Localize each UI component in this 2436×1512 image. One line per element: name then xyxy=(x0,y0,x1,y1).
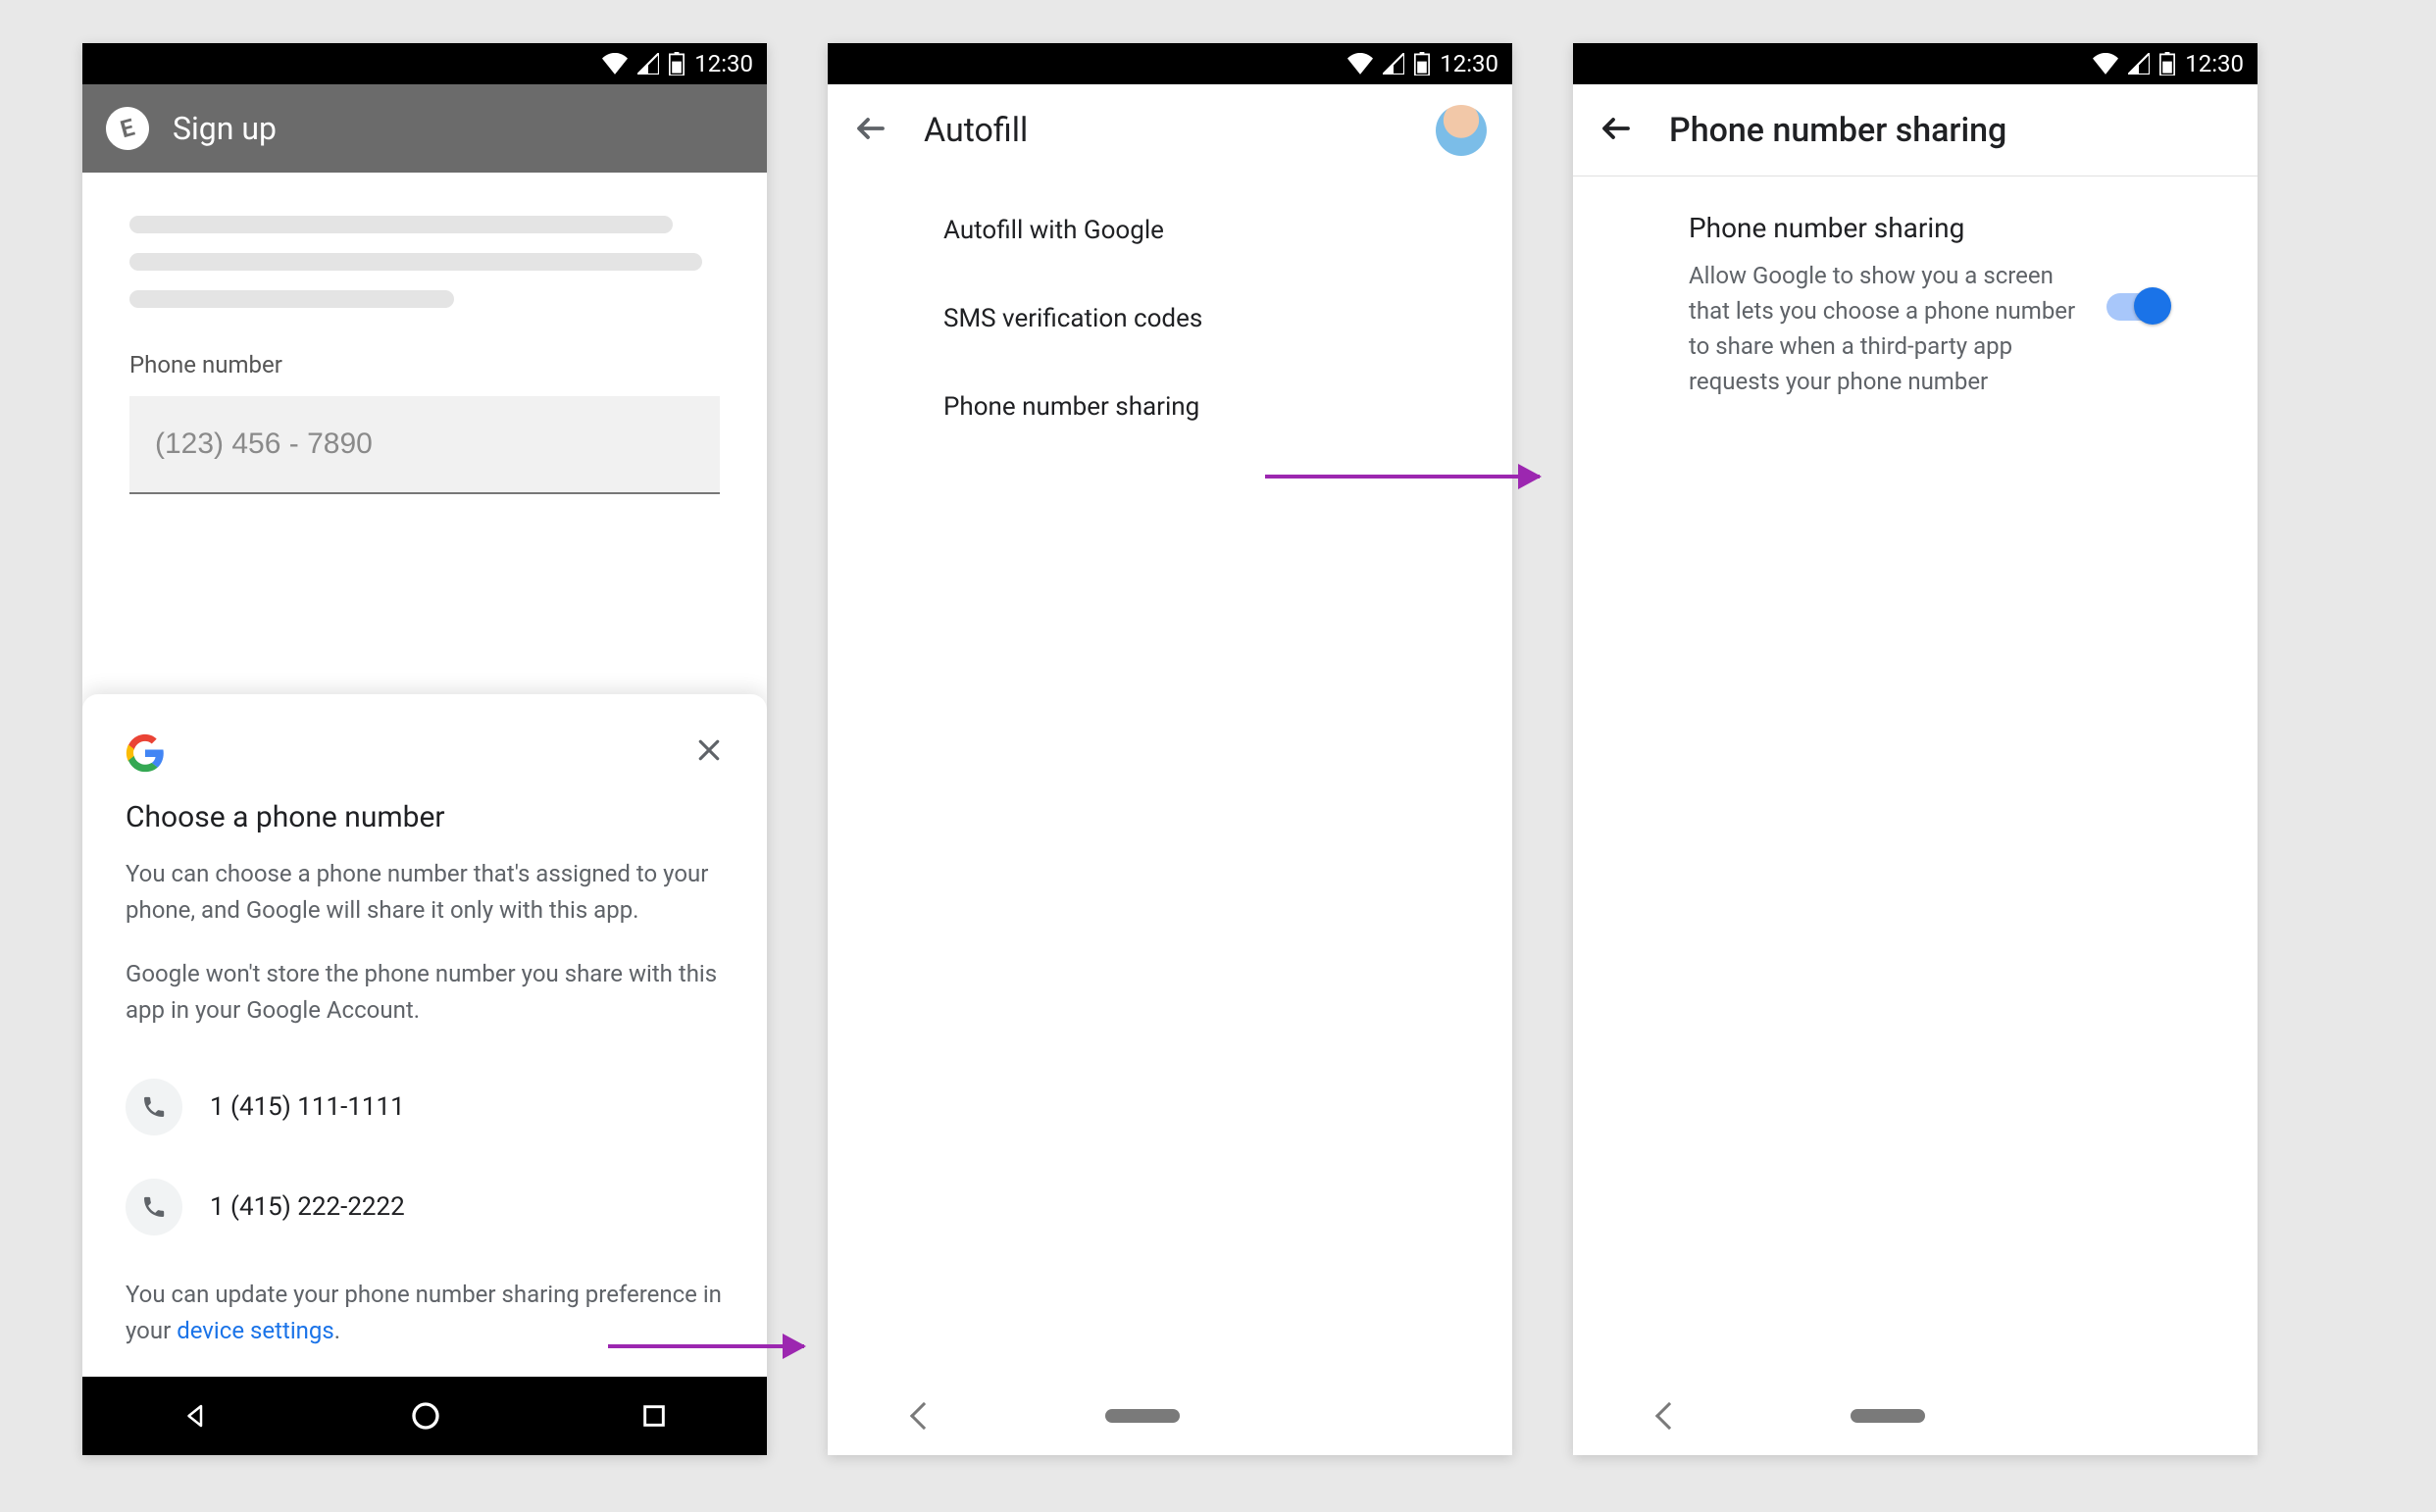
battery-icon xyxy=(2159,52,2175,76)
phone-number-option[interactable]: 1 (415) 111-1111 xyxy=(126,1057,724,1157)
back-button[interactable] xyxy=(1599,111,1634,150)
google-logo-icon xyxy=(126,733,165,773)
setting-body: Phone number sharing Allow Google to sho… xyxy=(1573,176,2258,399)
cell-signal-icon xyxy=(637,53,659,75)
android-nav-bar xyxy=(1573,1377,2258,1455)
placeholder-line xyxy=(129,290,454,308)
phone-icon xyxy=(126,1179,182,1235)
wifi-icon xyxy=(602,53,628,75)
clock-text: 12:30 xyxy=(2185,50,2244,77)
battery-icon xyxy=(669,52,685,76)
phone-autofill-settings: 12:30 Autofill Autofill with Google SMS … xyxy=(828,43,1512,1455)
app-bar: E Sign up xyxy=(82,84,767,173)
clock-text: 12:30 xyxy=(694,50,753,77)
back-button[interactable] xyxy=(853,111,888,150)
wifi-icon xyxy=(1347,53,1373,75)
list-item-autofill-google[interactable]: Autofill with Google xyxy=(828,186,1512,275)
phone-phone-sharing-settings: 12:30 Phone number sharing Phone number … xyxy=(1573,43,2258,1455)
screen-title: Autofill xyxy=(924,111,1400,150)
list-item-sms-codes[interactable]: SMS verification codes xyxy=(828,275,1512,363)
list-item-phone-number-sharing[interactable]: Phone number sharing xyxy=(828,363,1512,451)
nav-recents-icon[interactable] xyxy=(640,1402,668,1430)
nav-home-icon[interactable] xyxy=(410,1400,441,1432)
device-settings-link[interactable]: device settings xyxy=(177,1317,334,1344)
android-nav-bar xyxy=(828,1377,1512,1455)
app-bar: Phone number sharing xyxy=(1573,84,2258,176)
sheet-description-1: You can choose a phone number that's ass… xyxy=(126,856,724,929)
settings-list: Autofill with Google SMS verification co… xyxy=(828,176,1512,461)
battery-icon xyxy=(1414,52,1430,76)
nav-back-icon[interactable] xyxy=(181,1401,211,1431)
account-avatar[interactable] xyxy=(1436,105,1487,156)
app-title: Sign up xyxy=(173,110,277,147)
setting-title: Phone number sharing xyxy=(1689,212,2167,244)
phone-sharing-toggle[interactable] xyxy=(2106,293,2167,321)
phone-signup: 12:30 E Sign up Phone number xyxy=(82,43,767,1455)
status-bar: 12:30 xyxy=(1573,43,2258,84)
status-bar: 12:30 xyxy=(82,43,767,84)
phone-number-option[interactable]: 1 (415) 222-2222 xyxy=(126,1157,724,1257)
nav-back-icon[interactable] xyxy=(910,1402,938,1430)
nav-back-icon[interactable] xyxy=(1655,1402,1683,1430)
phone-number-text: 1 (415) 222-2222 xyxy=(210,1192,405,1222)
annotation-arrow xyxy=(608,1344,804,1348)
phone-field-label: Phone number xyxy=(129,351,720,378)
placeholder-line xyxy=(129,253,702,271)
phone-icon xyxy=(126,1079,182,1135)
setting-description: Allow Google to show you a screen that l… xyxy=(1689,258,2077,399)
sheet-title: Choose a phone number xyxy=(126,800,724,834)
close-button[interactable] xyxy=(694,734,724,772)
sheet-description-2: Google won't store the phone number you … xyxy=(126,956,724,1029)
nav-home-pill[interactable] xyxy=(1851,1409,1925,1423)
status-bar: 12:30 xyxy=(828,43,1512,84)
annotation-arrow xyxy=(1265,475,1540,479)
app-logo-icon: E xyxy=(101,102,154,155)
form-body: Phone number xyxy=(82,173,767,494)
app-bar: Autofill xyxy=(828,84,1512,176)
android-nav-bar xyxy=(82,1377,767,1455)
sheet-footer-text: You can update your phone number sharing… xyxy=(126,1277,724,1349)
phone-number-text: 1 (415) 111-1111 xyxy=(210,1092,405,1122)
cell-signal-icon xyxy=(1383,53,1404,75)
placeholder-line xyxy=(129,216,673,233)
phone-hint-bottom-sheet: Choose a phone number You can choose a p… xyxy=(82,694,767,1377)
nav-home-pill[interactable] xyxy=(1105,1409,1180,1423)
cell-signal-icon xyxy=(2128,53,2150,75)
clock-text: 12:30 xyxy=(1440,50,1498,77)
phone-number-input[interactable] xyxy=(129,396,720,494)
screen-title: Phone number sharing xyxy=(1669,111,2232,150)
wifi-icon xyxy=(2093,53,2118,75)
